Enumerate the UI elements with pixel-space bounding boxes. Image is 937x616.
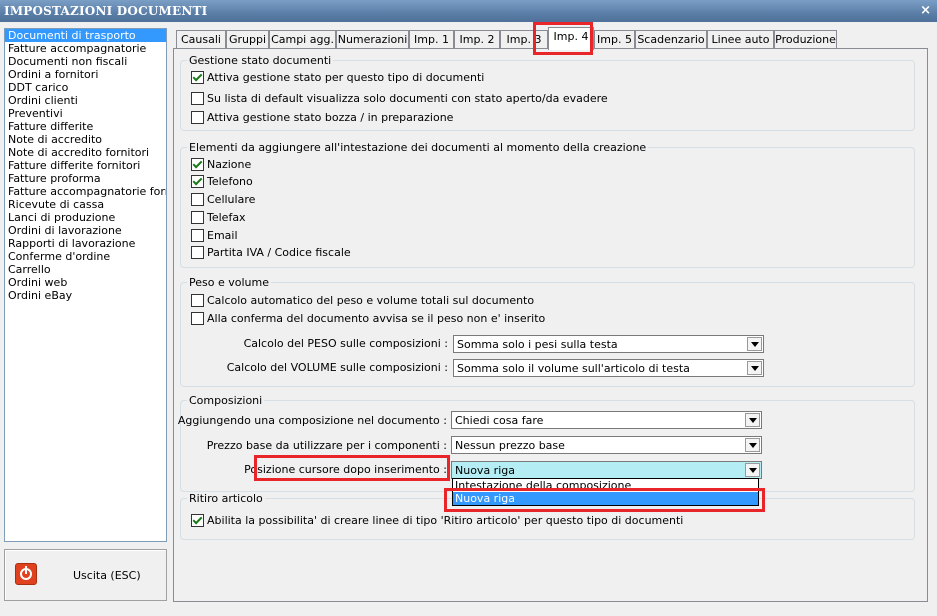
title-bar: IMPOSTAZIONI DOCUMENTI × [0, 0, 937, 22]
group-peso-volume: Peso e volume Calcolo automatico del pes… [180, 276, 915, 387]
list-item[interactable]: Ordini clienti [5, 94, 166, 107]
checkbox-box[interactable] [191, 70, 204, 84]
checkbox-avvisa-peso[interactable]: Alla conferma del documento avvisa se il… [191, 311, 545, 326]
list-item[interactable]: Documenti di trasporto [5, 29, 166, 42]
checkbox-email[interactable]: Email [191, 228, 238, 243]
list-item[interactable]: Carrello [5, 263, 166, 276]
list-item[interactable]: Preventivi [5, 107, 166, 120]
posizione-cursore-label: Posizione cursore dopo inserimento : [244, 463, 447, 476]
checkbox-box[interactable] [191, 210, 204, 224]
settings-panel: Causali Gruppi Campi agg. Numerazioni Imp. 1… [170, 27, 929, 602]
list-item[interactable]: Note di accredito fornitori [5, 146, 166, 159]
checkbox-cellulare[interactable]: Cellulare [191, 192, 255, 207]
checkbox-box[interactable] [191, 293, 204, 307]
chevron-down-icon[interactable] [747, 337, 762, 351]
list-item[interactable]: Ricevute di cassa [5, 198, 166, 211]
settings-window: IMPOSTAZIONI DOCUMENTI × Documenti di tr… [0, 0, 937, 616]
group-stato-legend: Gestione stato documenti [187, 54, 334, 67]
group-stato: Gestione stato documenti Attiva gestione… [180, 54, 915, 131]
list-item[interactable]: DDT carico [5, 81, 166, 94]
tab-linee-auto[interactable]: Linee auto [707, 30, 774, 49]
window-title: IMPOSTAZIONI DOCUMENTI [4, 4, 208, 18]
aggiungendo-label: Aggiungendo una composizione nel documen… [177, 414, 447, 427]
tab-imp-4[interactable]: Imp. 4 [548, 27, 594, 50]
exit-button-label: Uscita (ESC) [73, 569, 141, 582]
tab-imp-2[interactable]: Imp. 2 [454, 30, 500, 49]
chevron-down-icon[interactable] [745, 438, 760, 452]
exit-button[interactable]: Uscita (ESC) [4, 549, 167, 601]
checkbox-box[interactable] [191, 192, 204, 206]
calc-volume-label: Calcolo del VOLUME sulle composizioni : [226, 361, 448, 374]
tab-produzione[interactable]: Produzione [774, 30, 837, 49]
aggiungendo-combo[interactable]: Chiedi cosa fare [451, 411, 762, 429]
checkbox-box[interactable] [191, 513, 204, 527]
list-item[interactable]: Ordini eBay [5, 289, 166, 302]
checkbox-box[interactable] [191, 245, 204, 259]
list-item[interactable]: Rapporti di lavorazione [5, 237, 166, 250]
checkbox-box[interactable] [191, 157, 204, 171]
calc-peso-combo[interactable]: Somma solo i pesi sulla testa [453, 335, 764, 353]
group-composizioni-legend: Composizioni [187, 394, 265, 407]
list-item[interactable]: Ordini di lavorazione [5, 224, 166, 237]
dropdown-option-intestazione[interactable]: Intestazione della composizione [453, 479, 758, 492]
chevron-down-icon[interactable] [747, 361, 762, 375]
list-item[interactable]: Note di accredito [5, 133, 166, 146]
tab-page-imp4: Gestione stato documenti Attiva gestione… [173, 48, 928, 602]
tab-imp-5[interactable]: Imp. 5 [594, 30, 635, 49]
close-icon[interactable]: × [920, 3, 931, 18]
checkbox-box[interactable] [191, 91, 204, 105]
prezzo-base-label: Prezzo base da utilizzare per i componen… [206, 439, 447, 452]
chevron-down-icon[interactable] [745, 413, 760, 427]
tab-scadenzario[interactable]: Scadenzario [635, 30, 707, 49]
checkbox-box[interactable] [191, 174, 204, 188]
chevron-down-icon[interactable] [745, 463, 760, 477]
list-item[interactable]: Fatture differite fornitori [5, 159, 166, 172]
checkbox-box[interactable] [191, 311, 204, 325]
group-intestazione: Elementi da aggiungere all'intestazione … [180, 141, 915, 268]
list-item[interactable]: Ordini a fornitori [5, 68, 166, 81]
posizione-cursore-dropdown[interactable]: Intestazione della composizione Nuova ri… [452, 478, 759, 506]
calc-volume-combo[interactable]: Somma solo il volume sull'articolo di te… [453, 359, 764, 377]
tab-numerazioni[interactable]: Numerazioni [336, 30, 409, 49]
list-item[interactable]: Lanci di produzione [5, 211, 166, 224]
group-ritiro-legend: Ritiro articolo [187, 492, 265, 505]
power-icon [15, 563, 37, 585]
checkbox-telefax[interactable]: Telefax [191, 210, 246, 225]
prezzo-base-combo[interactable]: Nessun prezzo base [451, 436, 762, 454]
posizione-cursore-combo[interactable]: Nuova riga [451, 461, 762, 479]
checkbox-partita-iva[interactable]: Partita IVA / Codice fiscale [191, 245, 351, 260]
list-item[interactable]: Ordini web [5, 276, 166, 289]
checkbox-calcolo-automatico[interactable]: Calcolo automatico del peso e volume tot… [191, 293, 534, 308]
tab-campi-agg[interactable]: Campi agg. [269, 30, 336, 49]
group-peso-legend: Peso e volume [187, 276, 271, 289]
tab-causali[interactable]: Causali [176, 30, 226, 49]
checkbox-nazione[interactable]: Nazione [191, 157, 251, 172]
document-type-list[interactable]: Documenti di trasporto Fatture accompagna… [4, 28, 167, 542]
checkbox-ritiro-articolo[interactable]: Abilita la possibilita' di creare linee … [191, 513, 683, 528]
checkbox-box[interactable] [191, 228, 204, 242]
tab-gruppi[interactable]: Gruppi [226, 30, 269, 49]
list-item[interactable]: Fatture proforma [5, 172, 166, 185]
list-item[interactable]: Fatture accompagnatorie fornito [5, 185, 166, 198]
list-item[interactable]: Fatture accompagnatorie [5, 42, 166, 55]
checkbox-stato-bozza[interactable]: Attiva gestione stato bozza / in prepara… [191, 110, 453, 125]
group-intestazione-legend: Elementi da aggiungere all'intestazione … [187, 141, 649, 154]
list-item[interactable]: Fatture differite [5, 120, 166, 133]
checkbox-attiva-stato[interactable]: Attiva gestione stato per questo tipo di… [191, 70, 484, 85]
tab-imp-1[interactable]: Imp. 1 [409, 30, 454, 49]
calc-peso-label: Calcolo del PESO sulle composizioni : [243, 337, 448, 350]
checkbox-box[interactable] [191, 110, 204, 124]
list-item[interactable]: Conferme d'ordine [5, 250, 166, 263]
dropdown-option-nuova-riga[interactable]: Nuova riga [453, 492, 758, 505]
checkbox-telefono[interactable]: Telefono [191, 174, 253, 189]
list-item[interactable]: Documenti non fiscali [5, 55, 166, 68]
checkbox-lista-default[interactable]: Su lista di default visualizza solo docu… [191, 91, 608, 106]
tab-imp-3[interactable]: Imp. 3 [500, 30, 548, 49]
